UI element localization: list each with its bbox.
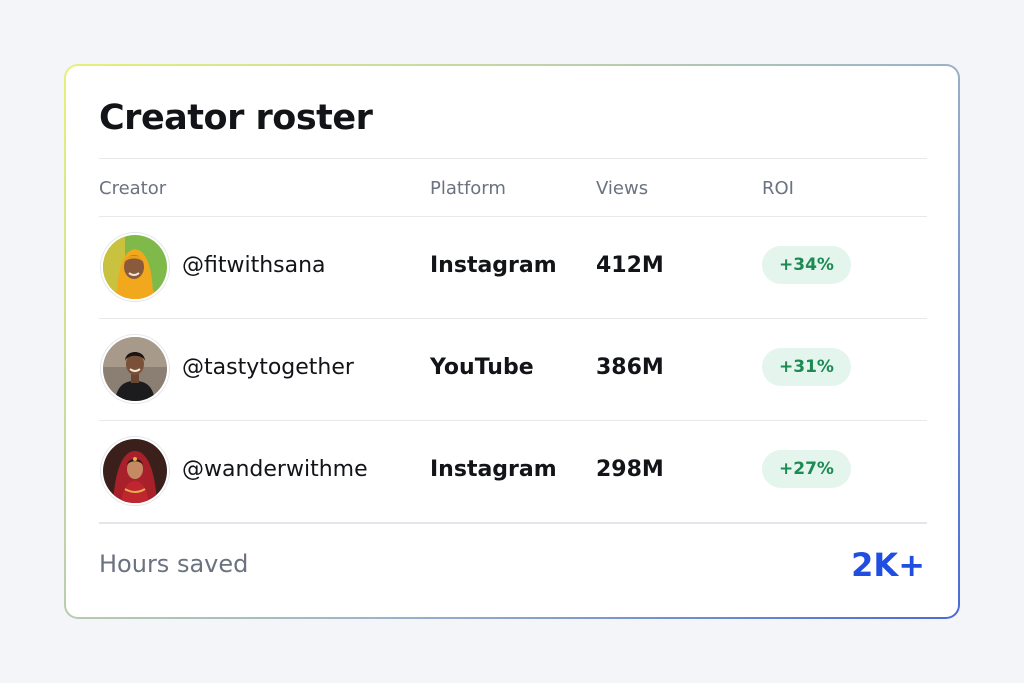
- roi-badge: +27%: [762, 450, 851, 488]
- creator-handle: @fitwithsana: [182, 253, 326, 278]
- avatar-photo-icon: [101, 233, 169, 301]
- hours-saved-value: 2K+: [851, 546, 925, 584]
- table-row[interactable]: @fitwithsana Instagram 412M +34%: [99, 217, 927, 317]
- card-title: Creator roster: [99, 98, 373, 138]
- table-row[interactable]: @tastytogether YouTube 386M +31%: [99, 319, 927, 419]
- creator-views: 386M: [596, 355, 664, 380]
- roi-badge: +31%: [762, 348, 851, 386]
- creator-views: 412M: [596, 253, 664, 278]
- hours-saved-label: Hours saved: [99, 550, 249, 578]
- roi-badge: +34%: [762, 246, 851, 284]
- creator-views: 298M: [596, 457, 664, 482]
- creator-platform: Instagram: [430, 457, 557, 482]
- table-row[interactable]: @wanderwithme Instagram 298M +27%: [99, 421, 927, 521]
- creator-handle: @wanderwithme: [182, 457, 368, 482]
- creator-platform: Instagram: [430, 253, 557, 278]
- avatar-photo-icon: [101, 437, 169, 505]
- divider: [99, 158, 927, 159]
- creator-roster-card: Creator roster Creator Platform Views RO…: [66, 66, 958, 617]
- column-header-roi: ROI: [762, 178, 794, 199]
- column-header-views: Views: [596, 178, 649, 199]
- creator-roster-card-frame: Creator roster Creator Platform Views RO…: [64, 64, 960, 619]
- creator-handle: @tastytogether: [182, 355, 354, 380]
- footer-divider: [99, 522, 927, 524]
- column-header-platform: Platform: [430, 178, 506, 199]
- column-header-creator: Creator: [99, 178, 167, 199]
- creator-platform: YouTube: [430, 355, 534, 380]
- avatar-photo-icon: [101, 335, 169, 403]
